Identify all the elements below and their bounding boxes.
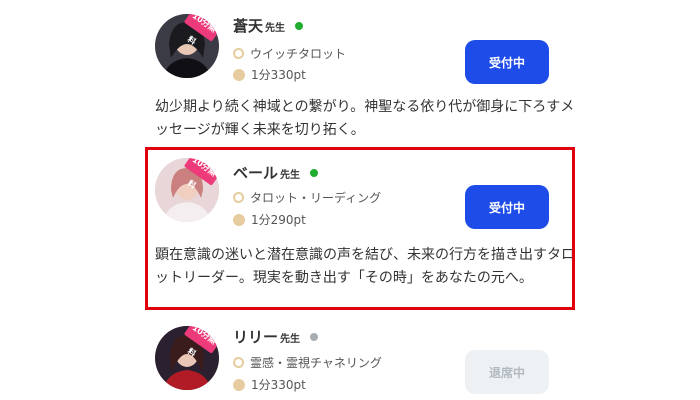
teller-description: 幼少期より続く神域との繋がり。神聖なる依り代が御身に下ろすメッセージが輝く未来を… [155,99,575,138]
price-row: 1分290pt [233,211,306,228]
avatar[interactable]: 10分無料 [155,158,219,222]
teller-name[interactable]: 蒼天 [233,15,263,36]
genre-label: ウイッチタロット [250,47,347,61]
coin-icon [233,378,245,391]
price-row: 1分330pt [233,66,306,83]
genre-label: 霊感・霊視チャネリング [250,356,382,370]
offline-status-icon [310,332,319,341]
honorific: 先生 [265,23,286,34]
genre-row: ウイッチタロット [233,45,346,62]
coin-icon [233,68,245,81]
ribbon-icon [233,48,244,59]
avatar[interactable]: 10分無料 [155,14,219,78]
ribbon-icon [233,192,244,203]
honorific: 先生 [280,334,301,345]
price-label: 1分290pt [251,213,306,227]
fortune-teller-card[interactable]: 10分無料 リリー 先生 霊感・霊視チャネリング 1分330pt 退席中 [145,318,575,400]
fortune-teller-card[interactable]: 10分無料 蒼天 先生 ウイッチタロット 1分330pt 受付中 幼少期より続く… [145,0,575,148]
teller-name[interactable]: ベール [233,162,278,183]
teller-name[interactable]: リリー [233,326,278,347]
genre-row: 霊感・霊視チャネリング [233,354,382,371]
away-button[interactable]: 退席中 [465,350,549,394]
avatar[interactable]: 10分無料 [155,326,219,390]
online-status-icon [310,168,319,177]
teller-description: 顕在意識の迷いと潜在意識の声を結び、未来の行方を描き出すタロットリーダー。現実を… [155,247,575,286]
genre-label: タロット・リーディング [250,191,382,205]
price-label: 1分330pt [251,378,306,392]
honorific: 先生 [280,170,301,181]
consult-button[interactable]: 受付中 [465,40,549,84]
fortune-teller-card[interactable]: 10分無料 ベール 先生 タロット・リーディング 1分290pt 受付中 顕在意… [145,148,575,308]
ribbon-icon [233,357,244,368]
online-status-icon [295,21,304,30]
price-row: 1分330pt [233,376,306,393]
coin-icon [233,213,245,226]
genre-row: タロット・リーディング [233,189,381,206]
price-label: 1分330pt [251,68,306,82]
consult-button[interactable]: 受付中 [465,185,549,229]
